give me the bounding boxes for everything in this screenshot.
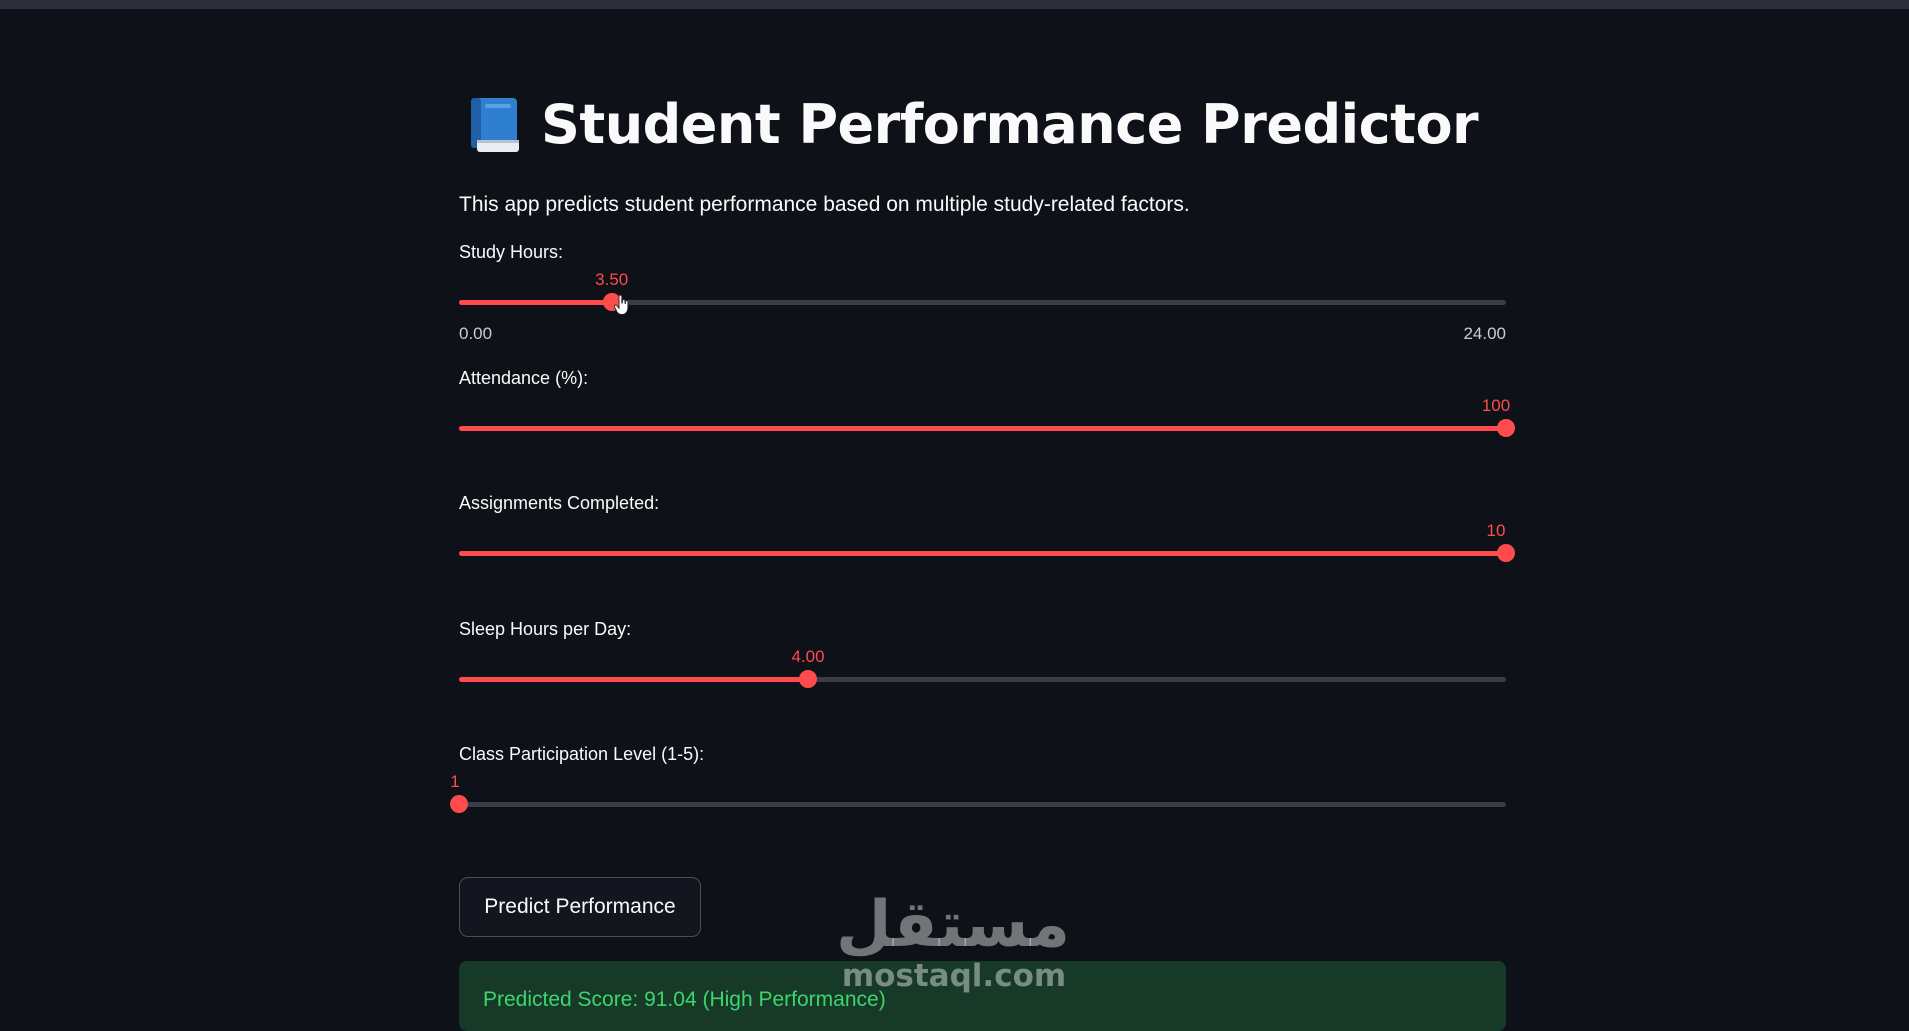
slider-label: Sleep Hours per Day: — [459, 618, 632, 639]
slider-max-label: 24.00 — [1463, 324, 1506, 343]
mostaql-watermark: مستقل mostaql.com — [835, 888, 1070, 1000]
page-title: Student Performance Predictor — [541, 93, 1479, 156]
title-row: Student Performance Predictor — [459, 85, 1506, 165]
slider-value: 3.50 — [595, 270, 629, 289]
main-content: Student Performance Predictor This app p… — [450, 85, 1515, 813]
slider-fill — [459, 300, 612, 305]
slider-label: Assignments Completed: — [459, 493, 660, 513]
slider-block: Sleep Hours per Day: 4.00 — [459, 619, 1506, 744]
slider-block: Study Hours: 3.50 0.00 24.00 — [459, 242, 1506, 367]
slider-track[interactable] — [450, 795, 1506, 813]
slider-label: Attendance (%): — [459, 367, 589, 388]
slider-fill — [459, 425, 1506, 431]
slider-thumb[interactable] — [1497, 418, 1515, 437]
slider-block: Attendance (%): 100 — [459, 367, 1515, 493]
slider-value: 1 — [450, 772, 460, 791]
slider-thumb[interactable] — [450, 795, 468, 813]
slider-track[interactable] — [459, 544, 1515, 562]
slider-value: 4.00 — [791, 646, 825, 666]
slider-fill — [459, 676, 808, 682]
slider-track[interactable] — [459, 669, 1506, 688]
slider-fill — [459, 551, 1506, 556]
slider-block: Class Participation Level (1-5): 1 — [450, 744, 1506, 869]
blue-book-icon — [469, 96, 521, 154]
predict-performance-button[interactable]: Predict Performance — [459, 877, 701, 937]
slider-min-label: 0.00 — [459, 324, 493, 343]
slider-value: 100 — [1481, 395, 1511, 415]
slider-label: Class Participation Level (1-5): — [459, 744, 705, 764]
slider-track[interactable] — [459, 418, 1515, 437]
watermark-arabic-text: مستقل — [835, 888, 1070, 962]
slider-value: 10 — [1486, 521, 1506, 540]
predicted-score-text: Predicted Score: 91.04 (High Performance… — [483, 988, 886, 1011]
browser-top-bar — [0, 0, 1909, 9]
slider-label: Study Hours: — [459, 242, 564, 262]
app-description: This app predicts student performance ba… — [459, 193, 1190, 216]
slider-block: Assignments Completed: 10 — [459, 493, 1515, 618]
slider-thumb[interactable] — [799, 669, 817, 688]
slider-thumb[interactable] — [1497, 544, 1515, 562]
hand-cursor-icon — [613, 294, 630, 315]
watermark-latin-text: mostaql.com — [841, 958, 1067, 994]
